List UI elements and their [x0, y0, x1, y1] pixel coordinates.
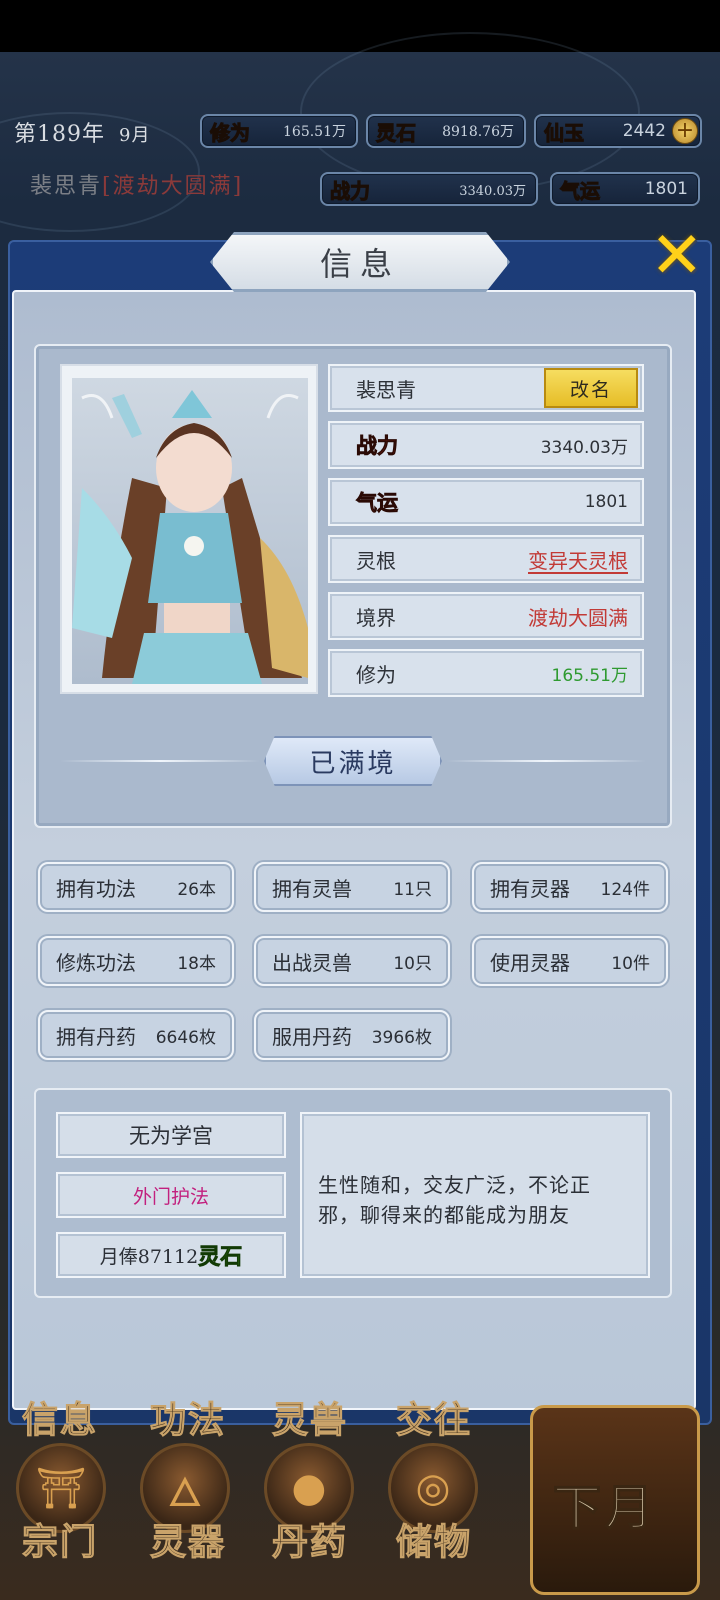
next-month-label: 下月 [552, 1479, 658, 1537]
sect-position-row: 外门护法 [56, 1172, 286, 1218]
character-illustration [72, 390, 308, 684]
personality-description: 生性随和，交友广泛，不论正邪，聊得来的都能成为朋友 [300, 1112, 650, 1278]
cultivation-resource: 修为 165.51万 [200, 114, 358, 148]
add-jade-icon[interactable]: + [672, 118, 698, 144]
practiced-skills-label: 修炼功法 [56, 950, 136, 975]
nav-storage[interactable]: 储物 [395, 1513, 472, 1565]
spirit-stone-resource-value: 8918.76万 [442, 124, 514, 140]
owned-pills-value: 6646枚 [155, 1027, 216, 1048]
consumed-pills-chip: 服用丹药 3966枚 [254, 1010, 450, 1060]
cultivation-label: 修为 [356, 662, 396, 687]
consumed-pills-value: 3966枚 [371, 1027, 432, 1048]
divider-right [446, 760, 646, 762]
sect-name: 无为学宫 [56, 1112, 286, 1158]
close-icon[interactable]: ✕ [650, 224, 710, 290]
spirit-stone-resource: 灵石 8918.76万 [366, 114, 526, 148]
realm-row: 境界 渡劫大圆满 [328, 592, 644, 640]
rename-button[interactable]: 改名 [544, 368, 638, 408]
deployed-beasts-label: 出战灵兽 [272, 950, 352, 975]
owned-artifacts-chip: 拥有灵器 124件 [472, 862, 668, 912]
power-row: 战力 3340.03万 [328, 421, 644, 469]
practiced-skills-chip: 修炼功法 18本 [38, 936, 234, 986]
character-title: 裴思青[渡劫大圆满] [30, 168, 243, 200]
portrait-image [72, 378, 308, 684]
spirit-stone-resource-label: 灵石 [376, 120, 417, 145]
luck-resource-label: 气运 [560, 178, 601, 203]
owned-beasts-label: 拥有灵兽 [272, 876, 352, 901]
owned-artifacts-label: 拥有灵器 [490, 876, 570, 901]
sect-salary: 月俸87112 [99, 1245, 199, 1268]
power-label: 战力 [356, 433, 399, 459]
nav-beasts[interactable]: 灵兽 [271, 1391, 348, 1443]
spirit-root-label: 灵根 [356, 548, 396, 573]
luck-resource: 气运 1801 [550, 172, 700, 206]
owned-skills-chip: 拥有功法 26本 [38, 862, 234, 912]
practiced-skills-value: 18本 [177, 953, 216, 974]
next-month-button[interactable]: 下月 [530, 1405, 700, 1595]
deployed-beasts-value: 10只 [393, 953, 432, 974]
immortal-jade-resource-value: 2442 [622, 121, 666, 141]
nav-skills[interactable]: 功法 [149, 1391, 226, 1443]
cultivation-value: 165.51万 [551, 665, 628, 686]
cultivation-resource-value: 165.51万 [283, 124, 346, 140]
spirit-root-row: 灵根 变异天灵根 [328, 535, 644, 583]
nav-info[interactable]: 信息 [21, 1391, 98, 1443]
cultivation-row: 修为 165.51万 [328, 649, 644, 697]
owned-pills-chip: 拥有丹药 6646枚 [38, 1010, 234, 1060]
realm-value: 渡劫大圆满 [528, 605, 628, 630]
sect-salary-row: 月俸87112 灵石 [56, 1232, 286, 1278]
owned-pills-label: 拥有丹药 [56, 1024, 136, 1049]
realm-status-badge: 已满境 [264, 736, 442, 786]
dialog-title: 信息 [210, 232, 510, 292]
power-resource-value: 3340.03万 [459, 183, 526, 199]
used-artifacts-label: 使用灵器 [490, 950, 570, 975]
used-artifacts-chip: 使用灵器 10件 [472, 936, 668, 986]
used-artifacts-value: 10件 [611, 953, 650, 974]
nav-social[interactable]: 交往 [395, 1391, 472, 1443]
power-value: 3340.03万 [540, 437, 628, 458]
owned-artifacts-value: 124件 [600, 879, 650, 900]
owned-skills-value: 26本 [177, 879, 216, 900]
consumed-pills-label: 服用丹药 [272, 1024, 352, 1049]
owned-skills-label: 拥有功法 [56, 876, 136, 901]
name-row: 裴思青 改名 [328, 364, 644, 412]
owned-beasts-chip: 拥有灵兽 11只 [254, 862, 450, 912]
luck-label: 气运 [356, 490, 399, 516]
character-title-realm: [渡劫大圆满] [102, 174, 244, 199]
salary-spirit-stone-label: 灵石 [198, 1244, 243, 1271]
character-name: 裴思青 [356, 377, 416, 402]
immortal-jade-resource: 仙玉 2442 + [534, 114, 702, 148]
luck-row: 气运 1801 [328, 478, 644, 526]
power-resource-label: 战力 [330, 178, 371, 203]
immortal-jade-resource-label: 仙玉 [544, 120, 585, 145]
nav-pills[interactable]: 丹药 [271, 1513, 348, 1565]
divider-left [60, 760, 260, 762]
spirit-root-link[interactable]: 变异天灵根 [528, 545, 628, 574]
realm-label: 境界 [356, 605, 396, 630]
character-portrait [60, 364, 318, 694]
sect-position: 外门护法 [132, 1185, 209, 1208]
year-label: 第189年 [14, 122, 105, 147]
character-title-name: 裴思青 [30, 174, 103, 199]
luck-resource-value: 1801 [644, 179, 688, 199]
luck-value: 1801 [584, 492, 628, 512]
game-date: 第189年 9月 [14, 116, 150, 148]
nav-sect[interactable]: 宗门 [21, 1513, 98, 1565]
deployed-beasts-chip: 出战灵兽 10只 [254, 936, 450, 986]
nav-artifacts[interactable]: 灵器 [149, 1513, 226, 1565]
status-bar [0, 0, 720, 52]
power-resource: 战力 3340.03万 [320, 172, 538, 206]
owned-beasts-value: 11只 [393, 879, 432, 900]
cultivation-resource-label: 修为 [210, 120, 251, 145]
month-label: 9月 [119, 125, 151, 146]
